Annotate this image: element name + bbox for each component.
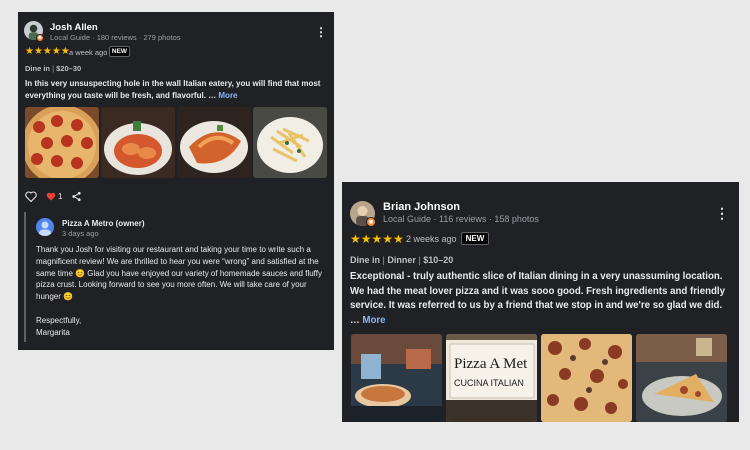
review-text-content: In this very unsuspecting hole in the wa… [25, 79, 321, 100]
reviewer-name[interactable]: Josh Allen [50, 22, 98, 33]
review-photo-1[interactable] [351, 334, 442, 422]
reviewer-name[interactable]: Brian Johnson [383, 201, 460, 213]
review-text: Exceptional - truly authentic slice of I… [350, 270, 736, 328]
share-icon[interactable] [71, 191, 82, 202]
owner-reply: Pizza A Metro (owner) 3 days ago Thank y… [24, 212, 328, 342]
star-rating: ★★★★★ [25, 46, 70, 57]
like-outline-icon[interactable] [25, 190, 37, 202]
like-count: 1 [58, 191, 63, 201]
reviewer-meta: Local Guide · 116 reviews · 158 photos [383, 214, 539, 224]
review-text: In this very unsuspecting hole in the wa… [25, 78, 325, 102]
pasta-plate-icon [253, 107, 327, 178]
visit-details: Dine in | $20–30 [25, 64, 81, 73]
owner-reply-body: Thank you Josh for visiting our restaura… [36, 245, 322, 302]
local-guide-badge-icon: ✸ [36, 34, 44, 42]
restaurant-interior-icon [351, 334, 442, 422]
ellipsis: … [350, 314, 360, 326]
owner-reply-time: 3 days ago [62, 229, 99, 238]
visit-details: Dine in | Dinner | $10–20 [350, 255, 453, 265]
review-photo-3[interactable] [177, 107, 251, 178]
star-rating: ★★★★★ [350, 232, 404, 246]
review-photo-4[interactable] [636, 334, 727, 422]
pizza-slice-icon [636, 334, 727, 422]
review-time: 2 weeks ago [406, 234, 457, 244]
meat-pizza-icon [541, 334, 632, 422]
review-card-josh-allen: ✸ Josh Allen Local Guide · 180 reviews ·… [18, 12, 334, 350]
sign-text-line2: CUCINA ITALIAN [454, 378, 524, 388]
review-photo-1[interactable] [25, 107, 99, 178]
ravioli-plate-icon [101, 107, 175, 178]
review-photo-2[interactable] [101, 107, 175, 178]
sign-text-line1: Pizza A Met [454, 356, 528, 372]
owner-reply-signature: Margarita [36, 327, 70, 337]
detail-price: $10–20 [423, 255, 454, 265]
detail-meal: Dinner [387, 255, 416, 265]
owner-reply-signoff: Respectfully, [36, 315, 82, 325]
new-badge: NEW [461, 232, 489, 245]
detail-dine-in: Dine in [25, 64, 51, 73]
new-badge: NEW [109, 46, 130, 57]
lasagna-plate-icon [177, 107, 251, 178]
heart-reaction-icon[interactable] [46, 192, 56, 201]
pepperoni-pizza-icon [25, 107, 99, 178]
restaurant-sign-icon: Pizza A Met CUCINA ITALIAN [446, 334, 537, 422]
review-card-brian-johnson: ✸ Brian Johnson Local Guide · 116 review… [342, 182, 739, 422]
detail-price: $20–30 [56, 64, 82, 73]
review-text-content: Exceptional - truly authentic slice of I… [350, 271, 726, 311]
review-actions: 1 [25, 189, 82, 203]
more-options-icon[interactable]: ⋮ [315, 26, 327, 38]
review-time: a week ago [69, 48, 108, 57]
owner-reply-text: Thank you Josh for visiting our restaura… [36, 244, 328, 338]
review-photo-4[interactable] [253, 107, 327, 178]
review-photo-2[interactable]: Pizza A Met CUCINA ITALIAN [446, 334, 537, 422]
more-options-icon[interactable]: ⋮ [715, 206, 729, 220]
owner-name: Pizza A Metro (owner) [62, 219, 145, 228]
detail-dine-in: Dine in [350, 255, 381, 265]
more-link[interactable]: More [218, 91, 237, 100]
owner-avatar-icon [36, 218, 54, 236]
local-guide-badge-icon: ✸ [366, 217, 376, 227]
reviewer-meta: Local Guide · 180 reviews · 279 photos [50, 33, 181, 42]
more-link[interactable]: More [362, 315, 385, 326]
review-photo-3[interactable] [541, 334, 632, 422]
